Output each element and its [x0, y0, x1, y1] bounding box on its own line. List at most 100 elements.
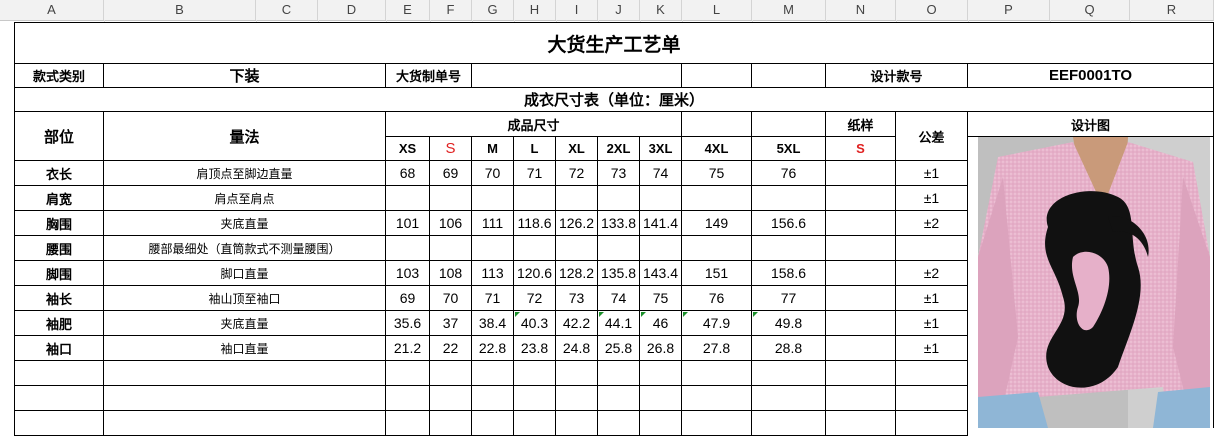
row-tolerance-0[interactable]: ±1 [896, 161, 968, 186]
row-2-size-3xl[interactable]: 141.4 [640, 211, 682, 236]
row-tolerance-4[interactable]: ±2 [896, 261, 968, 286]
info-blank-1[interactable] [682, 64, 752, 88]
size-header-2xl[interactable]: 2XL [598, 137, 640, 161]
size-header-3xl[interactable]: 3XL [640, 137, 682, 161]
row-9-size-5xl[interactable] [752, 386, 826, 411]
row-7-size-3xl[interactable]: 26.8 [640, 336, 682, 361]
row-part-10[interactable] [14, 411, 104, 436]
row-0-size-xs[interactable]: 68 [386, 161, 430, 186]
header-part[interactable]: 部位 [14, 112, 104, 161]
row-pattern-1[interactable] [826, 186, 896, 211]
row-pattern-3[interactable] [826, 236, 896, 261]
row-7-size-s[interactable]: 22 [430, 336, 472, 361]
row-1-size-xl[interactable] [556, 186, 598, 211]
row-0-size-s[interactable]: 69 [430, 161, 472, 186]
column-header-l[interactable]: L [682, 0, 752, 20]
row-1-size-5xl[interactable] [752, 186, 826, 211]
row-part-0[interactable]: 衣长 [14, 161, 104, 186]
row-9-size-xs[interactable] [386, 386, 430, 411]
row-method-7[interactable]: 袖口直量 [104, 336, 386, 361]
pattern-size[interactable]: S [826, 137, 896, 161]
style-type-value[interactable]: 下装 [104, 64, 386, 88]
row-part-9[interactable] [14, 386, 104, 411]
row-3-size-xs[interactable] [386, 236, 430, 261]
column-header-b[interactable]: B [104, 0, 256, 20]
column-header-f[interactable]: F [430, 0, 472, 20]
row-1-size-l[interactable] [514, 186, 556, 211]
row-part-7[interactable]: 袖口 [14, 336, 104, 361]
row-method-1[interactable]: 肩点至肩点 [104, 186, 386, 211]
sheet-title[interactable]: 大货生产工艺单 [14, 22, 1214, 64]
style-type-label[interactable]: 款式类别 [14, 64, 104, 88]
row-9-size-m[interactable] [472, 386, 514, 411]
row-tolerance-9[interactable] [896, 386, 968, 411]
row-method-3[interactable]: 腰部最细处（直筒款式不测量腰围） [104, 236, 386, 261]
row-5-size-4xl[interactable]: 76 [682, 286, 752, 311]
row-4-size-l[interactable]: 120.6 [514, 261, 556, 286]
row-10-size-2xl[interactable] [598, 411, 640, 436]
row-part-2[interactable]: 胸围 [14, 211, 104, 236]
row-1-size-m[interactable] [472, 186, 514, 211]
column-header-k[interactable]: K [640, 0, 682, 20]
row-2-size-2xl[interactable]: 133.8 [598, 211, 640, 236]
row-pattern-8[interactable] [826, 361, 896, 386]
row-4-size-xs[interactable]: 103 [386, 261, 430, 286]
row-tolerance-8[interactable] [896, 361, 968, 386]
column-header-i[interactable]: I [556, 0, 598, 20]
row-10-size-xs[interactable] [386, 411, 430, 436]
row-pattern-5[interactable] [826, 286, 896, 311]
row-4-size-4xl[interactable]: 151 [682, 261, 752, 286]
row-part-8[interactable] [14, 361, 104, 386]
row-6-size-xl[interactable]: 42.2 [556, 311, 598, 336]
design-no-label[interactable]: 设计款号 [826, 64, 968, 88]
row-8-size-s[interactable] [430, 361, 472, 386]
row-2-size-l[interactable]: 118.6 [514, 211, 556, 236]
row-tolerance-7[interactable]: ±1 [896, 336, 968, 361]
row-1-size-s[interactable] [430, 186, 472, 211]
column-header-a[interactable]: A [0, 0, 104, 20]
row-4-size-3xl[interactable]: 143.4 [640, 261, 682, 286]
size-header-m[interactable]: M [472, 137, 514, 161]
row-8-size-5xl[interactable] [752, 361, 826, 386]
row-7-size-l[interactable]: 23.8 [514, 336, 556, 361]
row-3-size-l[interactable] [514, 236, 556, 261]
row-0-size-3xl[interactable]: 74 [640, 161, 682, 186]
row-method-0[interactable]: 肩顶点至脚边直量 [104, 161, 386, 186]
info-blank-2[interactable] [752, 64, 826, 88]
row-7-size-4xl[interactable]: 27.8 [682, 336, 752, 361]
row-2-size-xl[interactable]: 126.2 [556, 211, 598, 236]
size-table-title[interactable]: 成衣尺寸表（单位：厘米） [14, 88, 1214, 112]
row-method-2[interactable]: 夹底直量 [104, 211, 386, 236]
column-header-j[interactable]: J [598, 0, 640, 20]
row-method-6[interactable]: 夹底直量 [104, 311, 386, 336]
row-4-size-s[interactable]: 108 [430, 261, 472, 286]
column-header-e[interactable]: E [386, 0, 430, 20]
row-10-size-s[interactable] [430, 411, 472, 436]
row-3-size-5xl[interactable] [752, 236, 826, 261]
size-header-xl[interactable]: XL [556, 137, 598, 161]
row-8-size-xs[interactable] [386, 361, 430, 386]
row-method-8[interactable] [104, 361, 386, 386]
row-9-size-xl[interactable] [556, 386, 598, 411]
row-tolerance-3[interactable] [896, 236, 968, 261]
row-7-size-5xl[interactable]: 28.8 [752, 336, 826, 361]
row-tolerance-2[interactable]: ±2 [896, 211, 968, 236]
column-header-r[interactable]: R [1130, 0, 1214, 20]
row-6-size-3xl[interactable]: 46 [640, 311, 682, 336]
column-header-m[interactable]: M [752, 0, 826, 20]
row-6-size-5xl[interactable]: 49.8 [752, 311, 826, 336]
row-4-size-m[interactable]: 113 [472, 261, 514, 286]
row-0-size-4xl[interactable]: 75 [682, 161, 752, 186]
header-tolerance[interactable]: 公差 [896, 112, 968, 161]
row-6-size-m[interactable]: 38.4 [472, 311, 514, 336]
row-4-size-5xl[interactable]: 158.6 [752, 261, 826, 286]
header-blank-5xl[interactable] [752, 112, 826, 137]
row-10-size-3xl[interactable] [640, 411, 682, 436]
row-9-size-s[interactable] [430, 386, 472, 411]
row-pattern-6[interactable] [826, 311, 896, 336]
row-2-size-s[interactable]: 106 [430, 211, 472, 236]
row-8-size-l[interactable] [514, 361, 556, 386]
row-7-size-2xl[interactable]: 25.8 [598, 336, 640, 361]
row-tolerance-1[interactable]: ±1 [896, 186, 968, 211]
row-10-size-m[interactable] [472, 411, 514, 436]
